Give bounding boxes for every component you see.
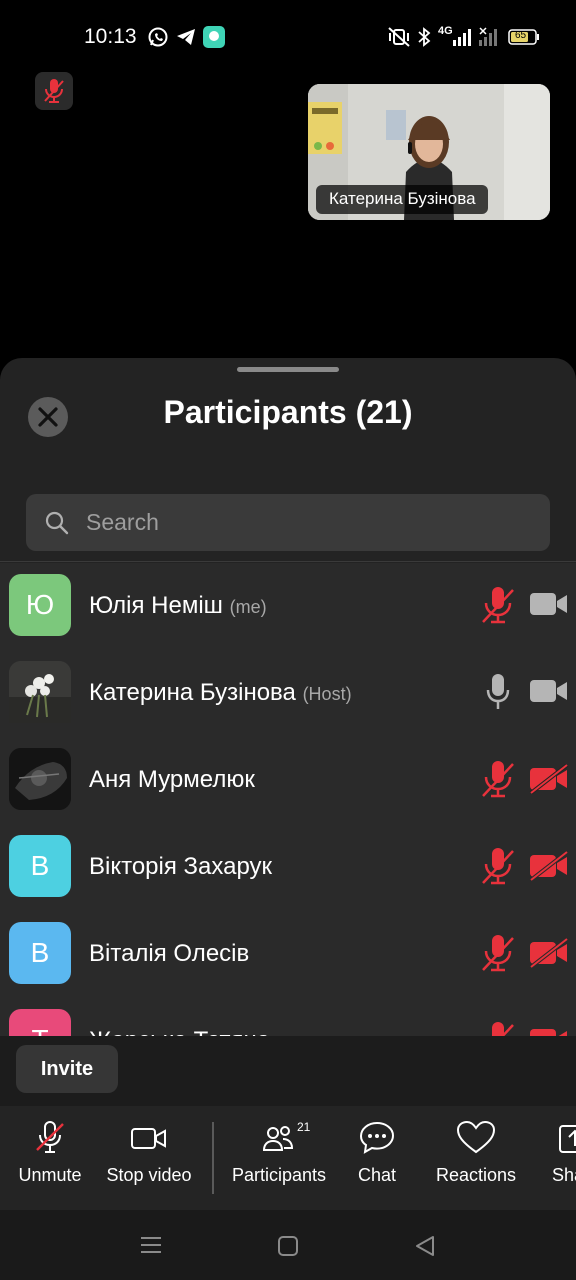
- toolbar-separator: [212, 1122, 214, 1194]
- participant-row[interactable]: Аня Мурмелюк: [0, 737, 576, 824]
- video-thumbnail[interactable]: Катерина Бузінова: [308, 84, 550, 220]
- avatar-initial: Ю: [25, 589, 55, 620]
- heart-icon: [456, 1120, 496, 1154]
- avatar-initial: В: [30, 937, 50, 968]
- chat-bubble-app-icon: [203, 26, 225, 48]
- system-nav-bar: [0, 1210, 576, 1280]
- telegram-icon: [175, 26, 197, 48]
- stop-video-button[interactable]: Stop video: [106, 1120, 192, 1186]
- reactions-label: Reactions: [436, 1165, 517, 1185]
- unmute-button[interactable]: Unmute: [18, 1120, 82, 1186]
- participant-name: Віталія Олесів: [89, 940, 250, 967]
- participant-row[interactable]: В Вікторія Захарук: [0, 824, 576, 911]
- chat-label: Chat: [357, 1165, 397, 1185]
- home-icon[interactable]: [277, 1235, 299, 1257]
- invite-button[interactable]: Invite: [16, 1045, 118, 1093]
- mic-on-icon[interactable]: [480, 671, 516, 713]
- back-icon[interactable]: [414, 1235, 436, 1257]
- participant-name: Юлія Неміш: [89, 592, 223, 619]
- avatar: Ю: [9, 574, 71, 636]
- participants-label: Participants: [231, 1165, 327, 1185]
- avatar-initial: Т: [31, 1024, 48, 1036]
- avatar: Т: [9, 1009, 71, 1036]
- mic-muted-icon: [36, 1121, 64, 1153]
- mic-muted-icon[interactable]: [480, 1019, 516, 1036]
- share-icon: [559, 1125, 576, 1153]
- mic-muted-icon[interactable]: [480, 932, 516, 974]
- mic-muted-icon[interactable]: [480, 584, 516, 626]
- signal-2-icon: [478, 26, 502, 48]
- video-camera-icon: [131, 1128, 166, 1149]
- participant-row[interactable]: В Віталія Олесів: [0, 911, 576, 998]
- video-off-icon[interactable]: [529, 764, 569, 794]
- invite-bar: Invite: [0, 1036, 576, 1106]
- avatar-initial: В: [30, 850, 50, 881]
- avatar: В: [9, 922, 71, 984]
- sheet-drag-handle[interactable]: [237, 367, 339, 372]
- participants-count-badge: 21: [297, 1120, 311, 1134]
- participant-name: Катерина Бузінова: [89, 679, 296, 706]
- participants-sheet: Participants (21) Ю Юлія Неміш (me) Кате…: [0, 358, 576, 1210]
- video-on-icon[interactable]: [529, 677, 569, 705]
- mic-muted-icon: [44, 79, 64, 103]
- participant-name: Вікторія Захарук: [89, 853, 273, 880]
- participant-row[interactable]: Ю Юлія Неміш (me): [0, 563, 576, 650]
- participants-button[interactable]: 21 Participants: [231, 1120, 327, 1186]
- divider: [0, 561, 576, 562]
- network-type: 4G: [438, 25, 453, 37]
- participant-tag: (Host): [302, 684, 352, 704]
- recent-apps-icon[interactable]: [140, 1235, 162, 1255]
- participants-list[interactable]: Ю Юлія Неміш (me) Катерина Бузінова (Hos…: [0, 563, 576, 1036]
- chat-button[interactable]: Chat: [356, 1120, 398, 1186]
- share-label: Sha: [552, 1165, 576, 1185]
- participants-icon: [262, 1126, 294, 1151]
- self-mic-muted-indicator[interactable]: [35, 72, 73, 110]
- chat-icon: [359, 1121, 395, 1154]
- avatar: В: [9, 835, 71, 897]
- avatar: [9, 748, 71, 810]
- video-on-icon[interactable]: [529, 590, 569, 618]
- search-bar[interactable]: [26, 494, 550, 551]
- whatsapp-icon: [147, 26, 169, 48]
- search-input[interactable]: [86, 494, 526, 551]
- battery-level: 65: [515, 30, 527, 41]
- participant-row[interactable]: Катерина Бузінова (Host): [0, 650, 576, 737]
- mic-muted-icon[interactable]: [480, 758, 516, 800]
- sheet-title: Participants (21): [163, 394, 413, 430]
- unmute-label: Unmute: [18, 1165, 82, 1185]
- signal-icon: [452, 26, 476, 48]
- stop-video-label: Stop video: [106, 1165, 192, 1185]
- bluetooth-icon: [417, 26, 431, 48]
- search-icon: [45, 511, 69, 535]
- video-off-icon[interactable]: [529, 851, 569, 881]
- share-button[interactable]: Sha: [552, 1120, 576, 1186]
- reactions-button[interactable]: Reactions: [436, 1120, 516, 1186]
- participant-name: Аня Мурмелюк: [89, 766, 255, 793]
- meeting-toolbar: Unmute Stop video 21 Participants Chat R…: [0, 1106, 576, 1210]
- mic-muted-icon[interactable]: [480, 845, 516, 887]
- avatar-photo: [9, 748, 71, 810]
- status-bar: 10:13 4G 65: [0, 0, 576, 72]
- thumbnail-name-label: Катерина Бузінова: [316, 185, 488, 214]
- participant-name: Жарська Тетяна: [89, 1027, 270, 1036]
- video-off-icon[interactable]: [529, 938, 569, 968]
- avatar-photo: [9, 661, 71, 723]
- vibrate-mute-icon: [386, 26, 412, 48]
- avatar: [9, 661, 71, 723]
- video-off-icon[interactable]: [529, 1025, 569, 1036]
- participant-row[interactable]: Т Жарська Тетяна: [0, 998, 576, 1036]
- battery-icon: 65: [508, 26, 540, 48]
- participant-tag: (me): [229, 597, 267, 617]
- status-time: 10:13: [84, 25, 137, 48]
